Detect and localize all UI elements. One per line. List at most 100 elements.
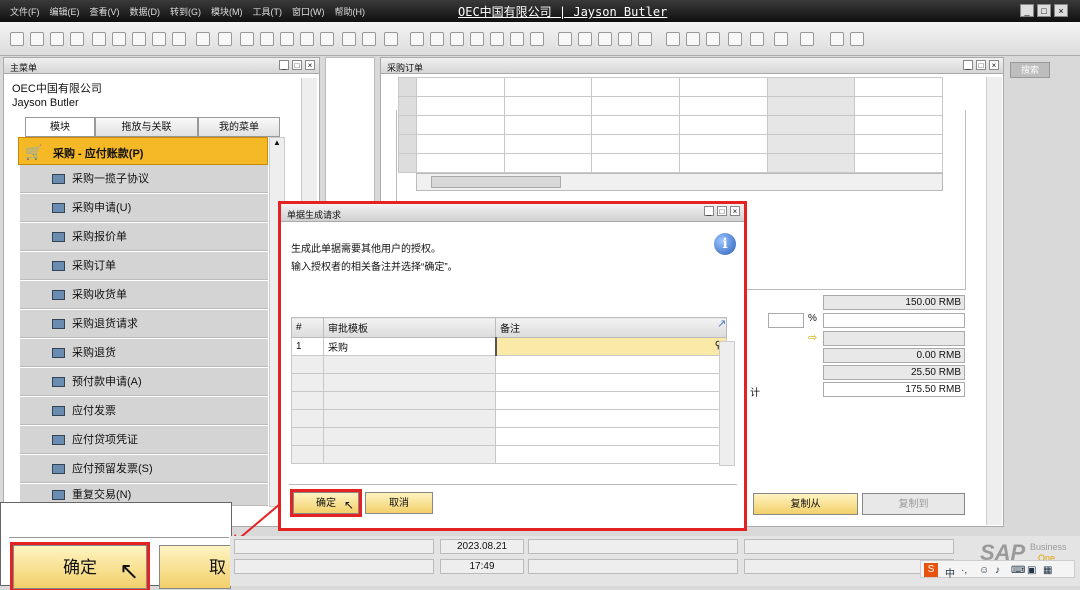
tab-my-menu[interactable]: 我的菜单 — [198, 117, 280, 137]
window-icon[interactable] — [850, 32, 864, 46]
message-icon[interactable] — [618, 32, 632, 46]
print-icon[interactable] — [30, 32, 44, 46]
preview-icon[interactable] — [92, 32, 106, 46]
emoji-icon[interactable]: ☺ — [979, 565, 989, 576]
email-icon[interactable] — [50, 32, 64, 46]
add-icon[interactable] — [240, 32, 254, 46]
sogou-icon[interactable]: S — [924, 563, 938, 577]
menu-item-purchase-quotation[interactable]: 采购报价单 — [20, 223, 268, 251]
table-row[interactable] — [291, 427, 727, 446]
menu-item-ap-reserve-invoice[interactable]: 应付预留发票(S) — [20, 455, 268, 483]
po-vscrollbar[interactable] — [986, 77, 1002, 525]
refresh-icon[interactable] — [342, 32, 356, 46]
sort-icon[interactable] — [384, 32, 398, 46]
filter-icon[interactable] — [196, 32, 210, 46]
first-record-icon[interactable] — [260, 32, 274, 46]
close-icon[interactable]: × — [730, 206, 740, 216]
table-row[interactable] — [291, 373, 727, 392]
minimize-icon[interactable]: _ — [704, 206, 714, 216]
up-icon[interactable] — [172, 32, 186, 46]
arrow-icon[interactable]: ⇨ — [808, 331, 820, 344]
table-row[interactable] — [291, 355, 727, 374]
module-purchasing[interactable]: 🛒 采购 - 应付账款(P) — [18, 137, 268, 165]
search-button[interactable]: 搜索 — [1010, 62, 1050, 78]
menu-edit[interactable]: 编辑(E) — [50, 5, 80, 18]
skin-icon[interactable]: ▣ — [1027, 565, 1036, 576]
maximize-icon[interactable]: □ — [292, 60, 302, 70]
discount-percent-field[interactable] — [768, 313, 804, 328]
help-icon[interactable] — [800, 32, 814, 46]
layout-icon[interactable] — [706, 32, 720, 46]
table-row[interactable] — [291, 391, 727, 410]
minimize-icon[interactable]: _ — [963, 60, 973, 70]
copy-to-button[interactable]: 复制到 — [862, 493, 965, 515]
input-method-bar[interactable]: S 中 ·, ☺ ♪ ⌨ ▣ ▦ — [920, 560, 1075, 580]
menu-help[interactable]: 帮助(H) — [335, 5, 366, 18]
menu-item-purchase-order[interactable]: 采购订单 — [20, 252, 268, 280]
document-icon[interactable] — [530, 32, 544, 46]
scroll-up-icon[interactable]: ▲ — [270, 138, 284, 147]
expand-arrow-icon[interactable]: ↗ — [717, 317, 726, 330]
maximize-icon[interactable]: □ — [976, 60, 986, 70]
close-icon[interactable]: × — [305, 60, 315, 70]
dialog-grid-scrollbar[interactable] — [719, 341, 735, 466]
menu-item-ap-invoice[interactable]: 应付发票 — [20, 397, 268, 425]
base-document-icon[interactable] — [410, 32, 424, 46]
next-record-icon[interactable] — [300, 32, 314, 46]
table-row[interactable]: 1 采购 ⚲ — [291, 337, 727, 356]
menu-item-down-payment-request[interactable]: 预付款申请(A) — [20, 368, 268, 396]
maximize-icon[interactable]: □ — [717, 206, 727, 216]
menu-item-goods-return[interactable]: 采购退货 — [20, 339, 268, 367]
table-row[interactable] — [291, 409, 727, 428]
toolbar-icon[interactable] — [10, 32, 24, 46]
tab-drag-relate[interactable]: 拖放与关联 — [95, 117, 198, 137]
form-settings-icon[interactable] — [666, 32, 680, 46]
message-icon[interactable] — [638, 32, 652, 46]
layout-icon[interactable] — [686, 32, 700, 46]
menu-view[interactable]: 查看(V) — [90, 5, 120, 18]
document-icon[interactable] — [578, 32, 592, 46]
keyboard-icon[interactable]: ⌨ — [1011, 565, 1025, 576]
document-icon[interactable] — [112, 32, 126, 46]
org-chart-icon[interactable] — [728, 32, 742, 46]
find-icon[interactable] — [218, 32, 232, 46]
close-icon[interactable]: × — [989, 60, 999, 70]
restore-icon[interactable]: □ — [1037, 4, 1051, 17]
toolbox-icon[interactable]: ▦ — [1043, 565, 1052, 576]
menu-tools[interactable]: 工具(T) — [253, 5, 283, 18]
minimize-icon[interactable]: _ — [279, 60, 289, 70]
cancel-button[interactable]: 取消 — [365, 492, 433, 514]
document-icon[interactable] — [510, 32, 524, 46]
document-icon[interactable] — [450, 32, 464, 46]
freight-field[interactable] — [823, 331, 965, 346]
copy-from-button[interactable]: 复制从 — [753, 493, 858, 515]
previous-record-icon[interactable] — [280, 32, 294, 46]
edit-icon[interactable] — [558, 32, 572, 46]
discount-amount-field[interactable] — [823, 313, 965, 328]
document-icon[interactable] — [490, 32, 504, 46]
zoom-cancel-button[interactable]: 取 — [159, 545, 231, 589]
filter-icon[interactable] — [362, 32, 376, 46]
menu-window[interactable]: 窗口(W) — [292, 5, 325, 18]
gross-profit-icon[interactable] — [470, 32, 484, 46]
window-icon[interactable] — [830, 32, 844, 46]
export-icon[interactable] — [70, 32, 84, 46]
target-document-icon[interactable] — [430, 32, 444, 46]
menu-file[interactable]: 文件(F) — [10, 5, 40, 18]
user-icon[interactable] — [750, 32, 764, 46]
menu-item-purchase-request[interactable]: 采购申请(U) — [20, 194, 268, 222]
document-icon[interactable] — [774, 32, 788, 46]
punctuation-icon[interactable]: ·, — [961, 565, 967, 576]
tab-modules[interactable]: 模块 — [25, 117, 95, 137]
last-record-icon[interactable] — [320, 32, 334, 46]
ime-mode-icon[interactable]: 中 — [945, 565, 955, 580]
menu-modules[interactable]: 模块(M) — [211, 5, 243, 18]
document-icon[interactable] — [132, 32, 146, 46]
menu-item-ap-credit-memo[interactable]: 应付贷项凭证 — [20, 426, 268, 454]
menu-data[interactable]: 数据(D) — [130, 5, 161, 18]
microphone-icon[interactable]: ♪ — [995, 565, 1000, 576]
approval-grid[interactable]: # 审批模板 备注 1 采购 ⚲ — [291, 317, 727, 464]
menu-item-blanket-agreement[interactable]: 采购一揽子协议 — [20, 165, 268, 193]
remark-input[interactable]: ⚲ — [494, 337, 727, 356]
close-icon[interactable]: × — [1054, 4, 1068, 17]
